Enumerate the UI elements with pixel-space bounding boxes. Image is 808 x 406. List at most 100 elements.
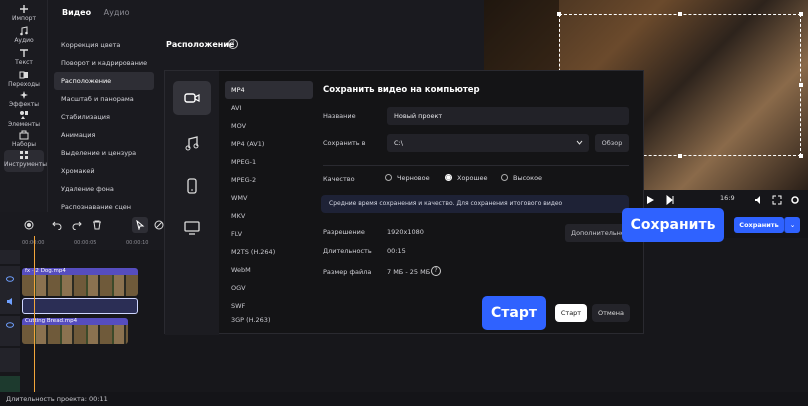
clip-audio-dog[interactable] [22,298,138,314]
format-item[interactable]: MPEG-2 [225,171,313,189]
clip-cutting-bread[interactable]: Cutting Bread.mp4 [22,318,128,344]
file-size-value: 7 МБ - 25 МБ [387,268,431,276]
category-tv[interactable] [173,211,211,245]
text-icon [20,49,28,57]
rail-item-label: Элементы [7,121,41,128]
menu-item-censor[interactable]: Выделение и цензура [54,144,154,162]
format-item[interactable]: FLV [225,225,313,243]
skip-forward-icon[interactable] [666,195,676,205]
format-list: MP4 AVI MOV MP4 (AV1) MPEG-1 MPEG-2 WMV … [225,81,313,325]
quality-good-radio[interactable]: Хорошее [445,174,487,182]
clip-name: Cutting Bread.mp4 [25,318,78,324]
resize-handle[interactable] [799,154,803,158]
rail-item-sets[interactable]: Наборы [0,130,48,148]
project-duration-status: Длительность проекта: 00:11 [0,392,808,406]
resize-handle[interactable] [799,83,803,87]
format-item[interactable]: AVI [225,99,313,117]
format-item[interactable]: MKV [225,207,313,225]
undo-icon[interactable] [52,220,62,230]
menu-item-position[interactable]: Расположение [54,72,154,90]
phone-icon [187,178,197,194]
elements-icon [20,111,28,119]
resize-handle[interactable] [799,12,803,16]
quality-high-radio[interactable]: Высокое [501,174,542,182]
ruler-tick: 00:00:10 [126,240,149,246]
rail-item-label: Текст [15,59,33,66]
rail-item-import[interactable]: Импорт [0,4,48,22]
music-icon [20,26,28,36]
menu-item-remove-bg[interactable]: Удаление фона [54,180,154,198]
category-mobile[interactable] [173,169,211,203]
format-item[interactable]: MP4 [225,81,313,99]
track-header [0,250,20,264]
tab-video[interactable]: Видео [62,8,91,17]
play-icon[interactable] [646,195,655,205]
rail-item-effects[interactable]: Эффекты [0,90,48,108]
help-icon[interactable]: ? [228,39,238,49]
menu-item-chromakey[interactable]: Хромакей [54,162,154,180]
rail-item-label: Импорт [12,15,36,22]
save-path-value: C:\ [394,139,403,147]
format-item[interactable]: WebM [225,261,313,279]
eye-icon[interactable] [6,276,14,282]
clip-dog[interactable]: fx · 2 Dog.mp4 [22,268,138,296]
gear-icon[interactable] [790,195,800,205]
format-item[interactable]: 3GP (H.263) [225,315,313,325]
timeline-right-area [644,238,808,392]
menu-item-rotate-crop[interactable]: Поворот и кадрирование [54,54,154,72]
format-item[interactable]: OGV [225,279,313,297]
rail-item-audio[interactable]: Аудио [0,26,48,44]
menu-item-stabilization[interactable]: Стабилизация [54,108,154,126]
fullscreen-icon[interactable] [772,195,782,205]
quality-draft-radio[interactable]: Черновое [385,174,430,182]
select-tool-button[interactable] [132,217,148,233]
advanced-button[interactable]: Дополнительно [565,224,629,242]
blade-icon[interactable] [154,220,164,230]
format-item[interactable]: MPEG-1 [225,153,313,171]
file-size-label: Размер файла [323,268,372,276]
redo-icon[interactable] [72,220,82,230]
save-button[interactable]: Сохранить [734,217,784,233]
help-icon[interactable]: ? [431,266,441,276]
dialog-title: Сохранить видео на компьютер [323,85,480,95]
browse-button[interactable]: Обзор [595,134,629,152]
category-audio[interactable] [173,127,211,161]
name-input[interactable]: Новый проект [387,107,629,125]
format-item[interactable]: WMV [225,189,313,207]
volume-icon[interactable] [754,195,764,205]
rail-item-label: Инструменты [4,161,47,168]
rail-item-label: Эффекты [9,101,39,108]
clip-badge: fx · 2 [25,268,39,274]
playhead[interactable] [34,236,35,392]
cancel-button[interactable]: Отмена [592,304,630,322]
format-item[interactable]: SWF [225,297,313,315]
menu-item-animation[interactable]: Анимация [54,126,154,144]
save-path-select[interactable]: C:\ [387,134,589,152]
rail-item-transitions[interactable]: Переходы [0,70,48,88]
start-button[interactable]: Старт [555,304,587,322]
record-icon[interactable] [24,220,34,230]
tab-audio[interactable]: Аудио [104,8,130,17]
category-video[interactable] [173,81,211,115]
aspect-ratio[interactable]: 16:9 [720,194,735,202]
rail-item-tools[interactable]: Инструменты [4,150,47,172]
track-header [0,266,20,314]
menu-item-color-correction[interactable]: Коррекция цвета [54,36,154,54]
rail-item-text[interactable]: Текст [0,48,48,66]
timeline-ruler[interactable]: 00:00:00 00:00:05 00:00:10 [0,238,164,250]
menu-item-zoom-pan[interactable]: Масштаб и панорама [54,90,154,108]
eye-icon[interactable] [6,322,14,328]
format-item[interactable]: MOV [225,117,313,135]
save-dropdown-button[interactable]: ⌄ [784,217,800,233]
ruler-tick: 00:00:05 [74,240,97,246]
rail-item-label: Аудио [14,37,34,44]
trash-icon[interactable] [92,220,102,230]
rail-item-elements[interactable]: Элементы [0,110,48,128]
save-in-label: Сохранить в [323,139,366,147]
resize-handle[interactable] [678,154,682,158]
format-item[interactable]: MP4 (AV1) [225,135,313,153]
resize-handle[interactable] [557,12,561,16]
format-item[interactable]: M2TS (H.264) [225,243,313,261]
resize-handle[interactable] [678,12,682,16]
speaker-icon[interactable] [6,298,14,305]
